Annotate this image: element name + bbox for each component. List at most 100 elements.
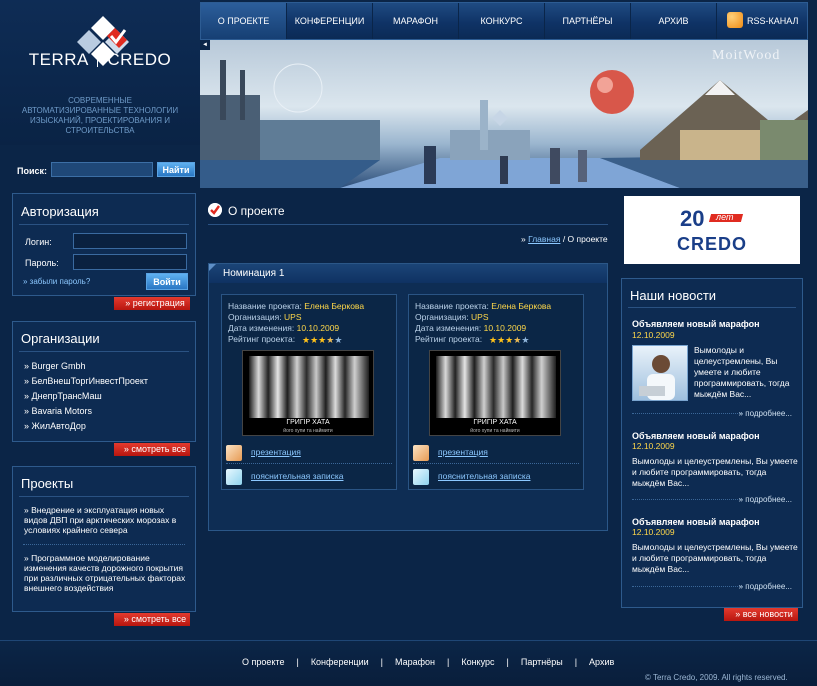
banner-watermark: MoitWood	[712, 48, 781, 63]
nomination-title: Номинация 1	[223, 268, 285, 279]
poster-photo	[249, 356, 369, 418]
news-item-title[interactable]: Объявляем новый марафон	[632, 517, 760, 527]
org-item[interactable]: » ДнепрТрансМаш	[24, 391, 102, 401]
search-input[interactable]	[51, 162, 153, 177]
news-more-link[interactable]: » подробнее...	[739, 495, 792, 504]
explanatory-note-link[interactable]: пояснительная записка	[251, 471, 344, 481]
org-item[interactable]: » БелВнешТоргИнвестПроект	[24, 376, 148, 386]
project-item[interactable]: » Программное моделирование изменения ка…	[24, 553, 186, 593]
nav-item-about[interactable]: О ПРОЕКТЕ	[201, 3, 287, 39]
poster-subtitle: його хупи та наймити	[283, 428, 333, 434]
breadcrumb: » Главная / О проекте	[521, 234, 608, 244]
news-item-date: 12.10.2009	[632, 441, 675, 451]
footer-link-marathon[interactable]: Марафон	[395, 657, 435, 667]
news-item-title[interactable]: Объявляем новый марафон	[632, 319, 760, 329]
star-icon: ★	[521, 335, 530, 345]
project-card: Название проекта: Елена Беркова Организа…	[221, 294, 397, 490]
auth-panel: Авторизация Логин: Пароль: » забыли паро…	[12, 193, 196, 296]
star-icon: ★	[497, 335, 506, 345]
card-org-value: UPS	[471, 312, 489, 322]
page-title: О проекте	[228, 204, 285, 218]
news-item-text: Вымолоды и целеустремлены, Вы умеете и л…	[632, 456, 798, 488]
news-item-text: Вымолоды и целеустремлены, Вы умеете и л…	[694, 345, 790, 399]
presentation-link[interactable]: презентация	[251, 447, 301, 457]
footer-separator: |	[446, 657, 450, 667]
news-panel: Наши новости Объявляем новый марафон 12.…	[621, 278, 803, 608]
all-news-button[interactable]: » все новости	[724, 608, 798, 621]
footer-link-partners[interactable]: Партнёры	[521, 657, 563, 667]
login-input[interactable]	[73, 233, 187, 249]
corner-arrow-icon	[209, 264, 216, 271]
org-item[interactable]: » ЖилАвтоДор	[24, 421, 86, 431]
org-item[interactable]: » Bavaria Motors	[24, 406, 92, 416]
footer-link-contest[interactable]: Конкурс	[461, 657, 494, 667]
explanatory-note-link[interactable]: пояснительная записка	[438, 471, 531, 481]
credo-ad-years: лет	[716, 212, 734, 222]
search-bar: Поиск: Найти	[8, 156, 200, 184]
nav-item-conferences[interactable]: КОНФЕРЕНЦИИ	[287, 3, 373, 39]
register-button[interactable]: » регистрация	[114, 297, 190, 310]
rss-link[interactable]: RSS-КАНАЛ	[747, 16, 798, 26]
search-button[interactable]: Найти	[157, 162, 195, 177]
breadcrumb-home-link[interactable]: Главная	[528, 234, 560, 244]
news-more-link[interactable]: » подробнее...	[739, 409, 792, 418]
org-item[interactable]: » Burger Gmbh	[24, 361, 86, 371]
card-date-value: 10.10.2009	[483, 323, 527, 333]
orgs-see-all-button[interactable]: » смотреть все	[114, 443, 190, 456]
auth-title: Авторизация	[21, 204, 99, 219]
card-date-label: Дата изменения:	[228, 323, 295, 333]
presentation-link[interactable]: презентация	[438, 447, 488, 457]
nav-item-archive[interactable]: АРХИВ	[631, 3, 717, 39]
news-photo[interactable]	[632, 345, 688, 401]
login-button[interactable]: Войти	[146, 273, 188, 290]
presentation-icon	[226, 445, 242, 461]
nomination-panel: Номинация 1 Название проекта: Елена Берк…	[208, 263, 608, 531]
project-poster[interactable]: ГРИГІР ХАТА його хупи та наймити	[242, 350, 374, 436]
credo-20-years-ad[interactable]: 20 лет CREDO	[621, 193, 803, 267]
card-org-label: Организация:	[415, 312, 469, 322]
forgot-password-link[interactable]: » забыли пароль?	[23, 277, 90, 286]
project-item[interactable]: » Внедрение и эксплуатация новых видов Д…	[24, 505, 186, 535]
projects-see-all-button[interactable]: » смотреть все	[114, 613, 190, 626]
rating-stars: ★★★★★	[489, 335, 529, 345]
nav-item-partners[interactable]: ПАРТНЁРЫ	[545, 3, 631, 39]
password-input[interactable]	[73, 254, 187, 270]
footer-link-about[interactable]: О проекте	[242, 657, 284, 667]
presentation-icon	[413, 445, 429, 461]
news-item-text: Вымолоды и целеустремлены, Вы умеете и л…	[632, 542, 798, 574]
top-nav: О ПРОЕКТЕ КОНФЕРЕНЦИИ МАРАФОН КОНКУРС ПА…	[200, 2, 808, 40]
credo-ad-name: CREDO	[676, 234, 747, 254]
projects-dotted-divider	[23, 544, 185, 545]
organizations-title: Организации	[21, 331, 100, 346]
news-dotted-divider	[632, 413, 742, 414]
logo-text[interactable]: TERRA CREDO	[0, 50, 200, 70]
credo-ad-number: 20	[680, 206, 705, 231]
star-icon: ★	[489, 335, 498, 345]
news-more-link[interactable]: » подробнее...	[739, 582, 792, 591]
footer-link-conferences[interactable]: Конференции	[311, 657, 369, 667]
poster-title: ГРИГІР ХАТА	[473, 419, 517, 426]
nomination-header: Номинация 1	[209, 264, 607, 283]
card-rating-label: Рейтинг проекта:	[415, 334, 483, 344]
news-item-title[interactable]: Объявляем новый марафон	[632, 431, 760, 441]
card-org-row: Организация: UPS	[415, 312, 489, 322]
footer-separator: |	[296, 657, 299, 667]
footer-link-archive[interactable]: Архив	[589, 657, 614, 667]
banner-image: ◄ MoitWood	[200, 40, 808, 188]
nav-item-contest[interactable]: КОНКУРС	[459, 3, 545, 39]
project-poster[interactable]: ГРИГІР ХАТА його хупи та наймити	[429, 350, 561, 436]
card-name-row: Название проекта: Елена Беркова	[228, 301, 364, 311]
nav-item-marathon[interactable]: МАРАФОН	[373, 3, 459, 39]
star-icon: ★	[310, 335, 319, 345]
rss-icon[interactable]	[727, 12, 743, 28]
card-name-value: Елена Беркова	[491, 301, 552, 311]
card-org-label: Организация:	[228, 312, 282, 322]
star-icon: ★	[334, 335, 343, 345]
rating-stars: ★★★★★	[302, 335, 342, 345]
news-dotted-divider	[632, 499, 742, 500]
footer-nav: О проекте | Конференции | Марафон | Конкурс | Па…	[236, 657, 620, 667]
logo-divider	[97, 53, 99, 67]
projects-title: Проекты	[21, 476, 74, 491]
title-divider	[208, 224, 608, 225]
organizations-panel: Организации » Burger Gmbh » БелВнешТоргИ…	[12, 321, 196, 442]
